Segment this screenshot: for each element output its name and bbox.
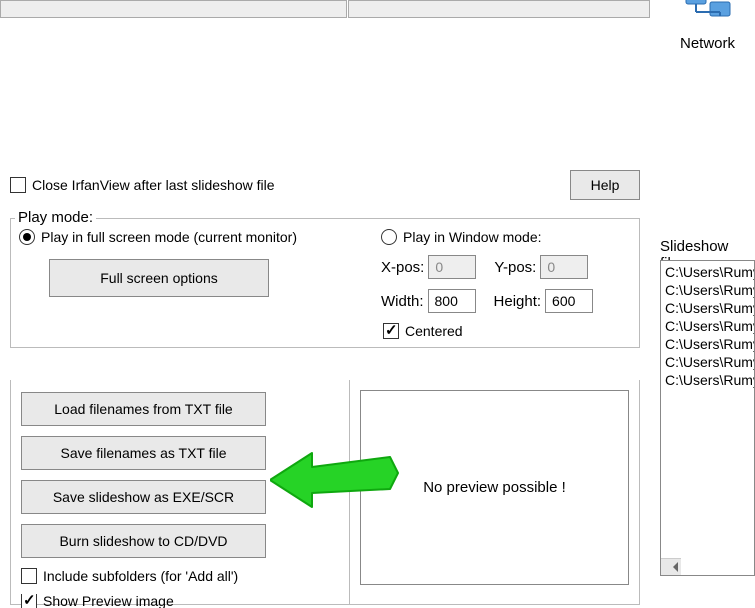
help-button[interactable]: Help: [570, 170, 640, 200]
xpos-label: X-pos:: [381, 259, 424, 276]
top-panel-right: [348, 0, 650, 18]
main-area: Close IrfanView after last slideshow fil…: [10, 170, 640, 348]
annotation-arrow-icon: [270, 445, 400, 515]
centered-label: Centered: [405, 323, 463, 339]
radio-fullscreen-label: Play in full screen mode (current monito…: [41, 229, 297, 245]
list-item[interactable]: C:\Users\Rumy: [661, 335, 754, 353]
list-item[interactable]: C:\Users\Rumy: [661, 317, 754, 335]
burn-cd-button[interactable]: Burn slideshow to CD/DVD: [21, 524, 266, 558]
top-panels: [0, 0, 650, 18]
radio-fullscreen[interactable]: Play in full screen mode (current monito…: [19, 229, 351, 245]
radio-window[interactable]: Play in Window mode:: [381, 229, 631, 245]
play-mode-group: Play mode: Play in full screen mode (cur…: [10, 218, 640, 348]
include-subfolders-label: Include subfolders (for 'Add all'): [43, 568, 238, 584]
width-input[interactable]: [428, 289, 476, 313]
list-item[interactable]: C:\Users\Rumy: [661, 263, 754, 281]
slideshow-file-list[interactable]: C:\Users\Rumy C:\Users\Rumy C:\Users\Rum…: [660, 260, 755, 576]
radio-icon[interactable]: [19, 229, 35, 245]
save-txt-button[interactable]: Save filenames as TXT file: [21, 436, 266, 470]
checkbox-icon[interactable]: [21, 594, 37, 608]
fullscreen-options-button[interactable]: Full screen options: [49, 259, 269, 297]
checkbox-icon[interactable]: [383, 323, 399, 339]
height-label: Height:: [494, 293, 542, 310]
list-item[interactable]: C:\Users\Rumy: [661, 371, 754, 389]
show-preview-checkbox[interactable]: Show Preview image: [21, 594, 339, 608]
right-column: Network Slideshow files: C:\Users\Rumy C…: [660, 0, 755, 589]
close-after-last-checkbox[interactable]: Close IrfanView after last slideshow fil…: [10, 177, 275, 193]
ypos-label: Y-pos:: [494, 259, 536, 276]
preview-area: No preview possible !: [360, 390, 629, 585]
checkbox-icon[interactable]: [21, 568, 37, 584]
list-item[interactable]: C:\Users\Rumy: [661, 281, 754, 299]
scroll-left-button[interactable]: [661, 558, 681, 575]
checkbox-icon[interactable]: [10, 177, 26, 193]
list-item[interactable]: C:\Users\Rumy: [661, 353, 754, 371]
show-preview-label: Show Preview image: [43, 594, 174, 608]
network-icon[interactable]: [660, 0, 755, 23]
radio-window-label: Play in Window mode:: [403, 229, 542, 245]
load-txt-button[interactable]: Load filenames from TXT file: [21, 392, 266, 426]
width-label: Width:: [381, 293, 424, 310]
preview-text: No preview possible !: [423, 479, 566, 496]
centered-checkbox[interactable]: Centered: [383, 323, 631, 339]
close-after-last-label: Close IrfanView after last slideshow fil…: [32, 177, 275, 193]
play-mode-legend: Play mode:: [15, 209, 96, 226]
ypos-input[interactable]: [540, 255, 588, 279]
include-subfolders-checkbox[interactable]: Include subfolders (for 'Add all'): [21, 568, 339, 584]
list-item[interactable]: C:\Users\Rumy: [661, 299, 754, 317]
network-label[interactable]: Network: [660, 35, 755, 52]
radio-icon[interactable]: [381, 229, 397, 245]
xpos-input[interactable]: [428, 255, 476, 279]
top-panel-left: [0, 0, 347, 18]
save-exe-button[interactable]: Save slideshow as EXE/SCR: [21, 480, 266, 514]
height-input[interactable]: [545, 289, 593, 313]
